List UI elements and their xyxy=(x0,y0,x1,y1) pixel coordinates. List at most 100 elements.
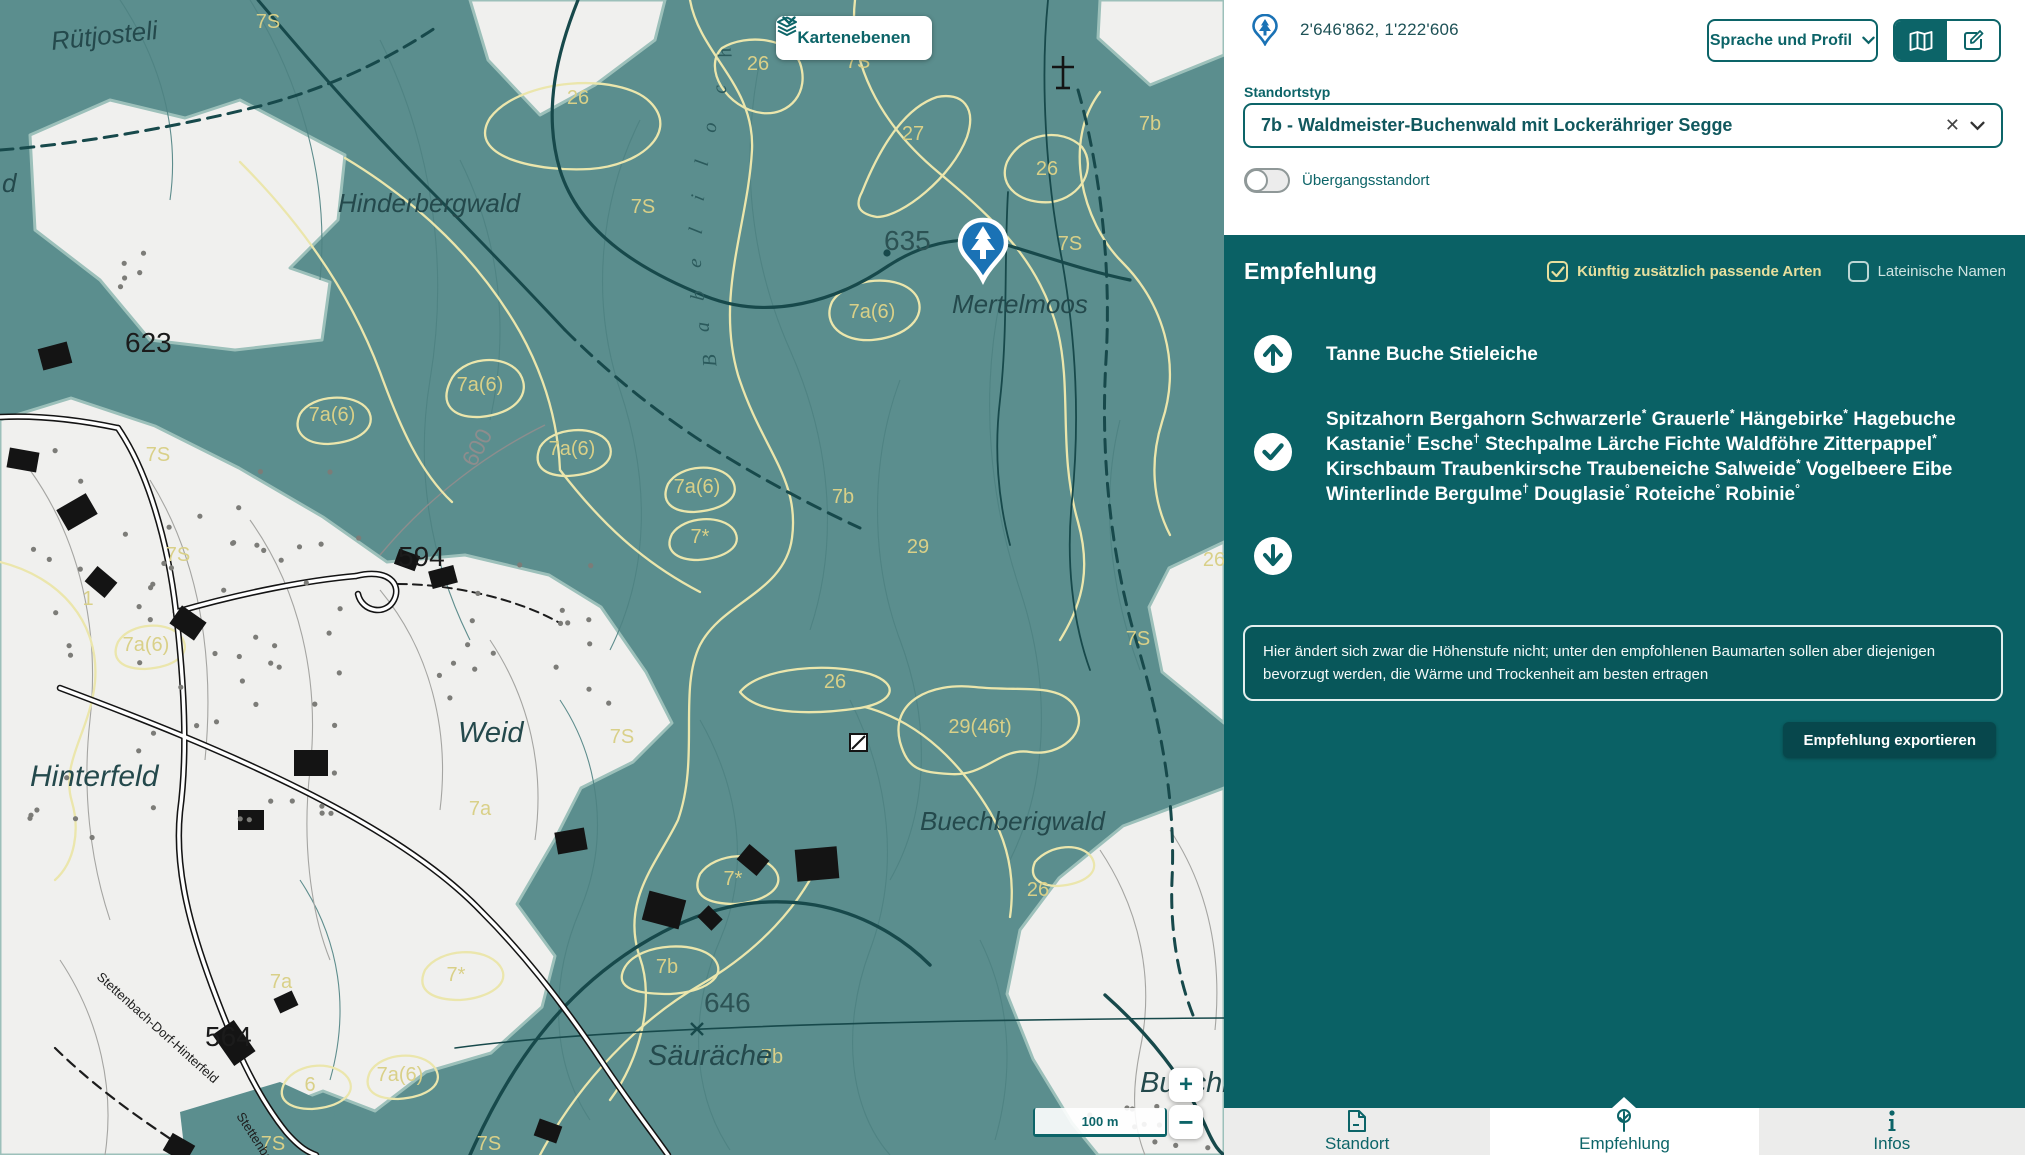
stand-type-label: 7S xyxy=(1058,233,1082,255)
species-item: Schwarzerle* xyxy=(1531,409,1647,430)
check-circle-icon xyxy=(1254,433,1292,471)
uebergang-row: Übergangsstandort xyxy=(1244,168,1430,193)
tab-empfehlung[interactable]: Empfehlung xyxy=(1490,1108,1757,1155)
species-item: Esche† xyxy=(1417,434,1480,455)
map-layers-button[interactable]: Kartenebenen xyxy=(776,16,932,60)
elevation-label: 635 xyxy=(884,225,931,256)
tab-infos[interactable]: Infos xyxy=(1758,1108,2025,1155)
arrow-down-circle-icon xyxy=(1254,537,1292,575)
side-panel: 2'646'862, 1'222'606 Sprache und Profil xyxy=(1224,0,2025,1155)
stand-type-label: 1 xyxy=(82,588,93,610)
species-item: Traubenkirsche xyxy=(1441,459,1581,480)
species-item: Douglasie° xyxy=(1534,484,1630,505)
stand-type-label: 7S xyxy=(166,544,190,566)
stand-type-label: 7* xyxy=(691,526,710,548)
future-species-checkbox[interactable]: Künftig zusätzlich passende Arten xyxy=(1547,261,1821,282)
language-profile-label: Sprache und Profil xyxy=(1710,32,1852,50)
species-item: Zitterpappel* xyxy=(1823,434,1936,455)
export-recommendation-button[interactable]: Empfehlung exportieren xyxy=(1783,722,1996,758)
tree-app: 7S26267S277b267S7S7a(6)7a(6)7a(6)7S7a(6)… xyxy=(0,0,2025,1155)
recommendation-options: Künftig zusätzlich passende Arten Latein… xyxy=(1547,261,2006,282)
stand-type-label: 26 xyxy=(1036,158,1058,180)
species-item: Kirschbaum xyxy=(1326,459,1436,480)
active-tab-notch xyxy=(1612,1097,1636,1108)
stand-type-label: 29(46t) xyxy=(948,716,1011,738)
elevation-label: 646 xyxy=(704,987,751,1018)
stand-type-label: 7a(6) xyxy=(849,301,896,323)
zoom-out-button[interactable]: − xyxy=(1169,1105,1203,1139)
uebergang-label: Übergangsstandort xyxy=(1302,172,1430,189)
stand-type-label: 7b xyxy=(656,956,678,978)
elevation-label: 564 xyxy=(205,1021,252,1052)
zoom-in-button[interactable]: + xyxy=(1169,1068,1203,1102)
stand-type-label: 7S xyxy=(631,196,655,218)
stand-type-label: 7a(6) xyxy=(457,374,504,396)
stand-type-label: 7a xyxy=(469,798,492,820)
elevation-label: 623 xyxy=(125,327,172,358)
info-icon xyxy=(1887,1109,1897,1133)
species-item: Spitzahorn xyxy=(1326,409,1424,430)
chevron-down-icon xyxy=(1862,36,1875,45)
stream-name-letter: B xyxy=(699,353,722,367)
stand-type-label: 7b xyxy=(1139,113,1161,135)
species-item: Salweide* xyxy=(1715,459,1801,480)
species-item: Roteiche° xyxy=(1635,484,1720,505)
standorttyp-select[interactable]: 7b - Waldmeister-Buchenwald mit Lockeräh… xyxy=(1243,103,2003,148)
stand-type-label: 26 xyxy=(567,87,589,109)
recommendation-section: Empfehlung Künftig zusätzlich passende A… xyxy=(1224,235,2025,1108)
map-scale-bar: 100 m xyxy=(1033,1108,1167,1137)
checkbox-unchecked-icon xyxy=(1848,261,1869,282)
coordinates-row: 2'646'862, 1'222'606 xyxy=(1252,14,1459,46)
panel-header: 2'646'862, 1'222'606 Sprache und Profil xyxy=(1224,0,2025,235)
place-name-label: Buechberigwald xyxy=(920,806,1107,836)
latin-names-checkbox[interactable]: Lateinische Namen xyxy=(1848,261,2006,282)
stand-type-label: 7a xyxy=(270,971,293,993)
map-svg: 7S26267S277b267S7S7a(6)7a(6)7a(6)7S7a(6)… xyxy=(0,0,1224,1155)
map-canvas[interactable]: 7S26267S277b267S7S7a(6)7a(6)7a(6)7S7a(6)… xyxy=(0,0,1224,1155)
clear-icon[interactable]: ✕ xyxy=(1935,115,1970,136)
checkbox-checked-icon xyxy=(1547,261,1568,282)
species-item: Stechpalme xyxy=(1485,434,1592,455)
species-item: Grauerle* xyxy=(1652,409,1735,430)
chevron-down-icon[interactable] xyxy=(1970,121,1985,131)
stand-type-label: 7S xyxy=(256,11,280,33)
species-item: Eibe xyxy=(1912,459,1952,480)
species-item: Lärche xyxy=(1597,434,1659,455)
scale-label: 100 m xyxy=(1082,1114,1119,1129)
map-view-button[interactable] xyxy=(1895,21,1947,60)
stand-type-label: 7S xyxy=(146,444,170,466)
stand-type-label: 29 xyxy=(907,536,929,558)
suitable-species-row: Spitzahorn Bergahorn Schwarzerle* Grauer… xyxy=(1254,407,1998,507)
species-item: Vogelbeere xyxy=(1806,459,1907,480)
symbol-square xyxy=(850,734,867,751)
species-item: Hängebirke* xyxy=(1740,409,1848,430)
stand-type-label: 7a(6) xyxy=(123,634,170,656)
standorttyp-label: Standortstyp xyxy=(1244,84,1330,100)
edit-pencil-icon xyxy=(1963,30,1984,51)
view-switcher xyxy=(1893,19,2001,62)
stand-type-label: 7a(6) xyxy=(674,476,721,498)
place-name-label: d xyxy=(2,168,18,198)
standorttyp-value: 7b - Waldmeister-Buchenwald mit Lockeräh… xyxy=(1261,115,1935,136)
place-name-label: Hinderbergwald xyxy=(338,188,522,218)
uebergang-toggle[interactable] xyxy=(1244,168,1290,193)
tree-icon xyxy=(1615,1109,1633,1133)
toggle-knob xyxy=(1245,169,1268,192)
document-icon xyxy=(1347,1109,1367,1133)
stand-type-label: 7a(6) xyxy=(549,438,596,460)
tab-empfehlung-label: Empfehlung xyxy=(1579,1134,1670,1154)
coordinates-value: 2'646'862, 1'222'606 xyxy=(1300,20,1459,40)
stand-type-label: 26 xyxy=(1203,549,1224,571)
place-name-label: Hinterfeld xyxy=(30,760,160,793)
map-icon xyxy=(1909,31,1933,51)
promoted-species-list: Tanne Buche Stieleiche xyxy=(1326,342,1926,367)
stand-type-label: 26 xyxy=(1027,879,1049,901)
chevron-down-icon xyxy=(782,16,796,25)
place-name-label: Säuräche xyxy=(648,1040,772,1072)
edit-view-button[interactable] xyxy=(1947,21,1999,60)
stand-type-label: 7a(6) xyxy=(377,1064,424,1086)
suitable-species-list: Spitzahorn Bergahorn Schwarzerle* Grauer… xyxy=(1326,407,1998,507)
language-profile-button[interactable]: Sprache und Profil xyxy=(1707,19,1878,62)
tab-standort[interactable]: Standort xyxy=(1224,1108,1490,1155)
tab-infos-label: Infos xyxy=(1873,1134,1910,1154)
